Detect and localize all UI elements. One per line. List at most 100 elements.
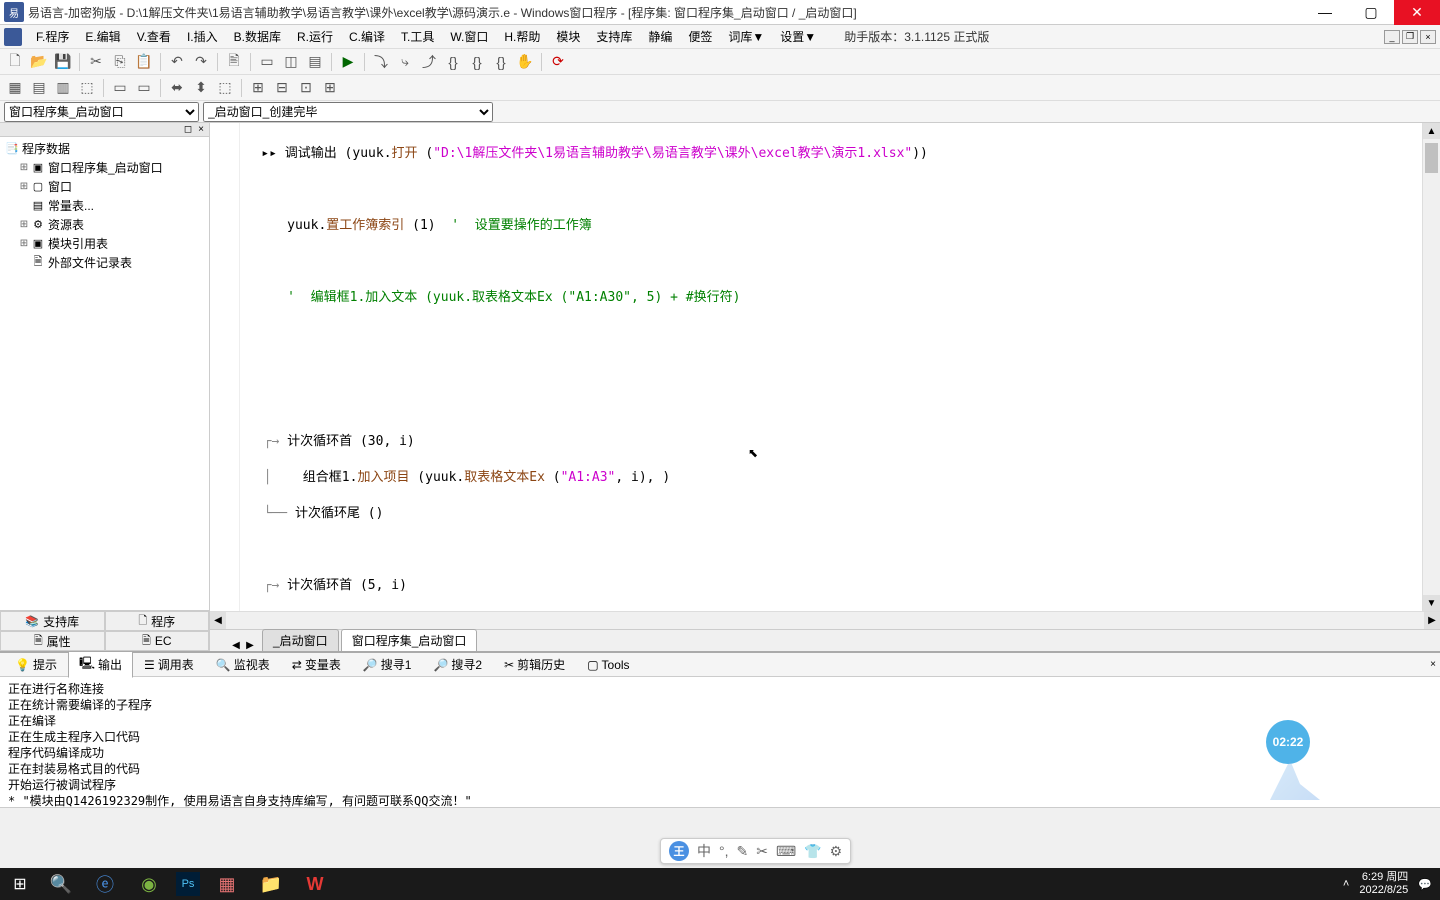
stepin-icon[interactable]: ⤷ (394, 51, 416, 73)
tree-item-const[interactable]: ▤ 常量表... (2, 196, 207, 215)
run-icon[interactable]: ▶ (337, 51, 359, 73)
tb2-9-icon[interactable]: ⬚ (214, 77, 236, 99)
code-content[interactable]: ▸▸ 调试输出 (yuuk.打开 ("D:\1解压文件夹\1易语言辅助教学\易语… (240, 123, 1422, 611)
btab-vars[interactable]: ⇄变量表 (281, 653, 352, 676)
sidebar-tab-support[interactable]: 📚支持库 (0, 611, 105, 631)
tb2-7-icon[interactable]: ⬌ (166, 77, 188, 99)
tree-root[interactable]: 📑 程序数据 (2, 139, 207, 158)
tb2-4-icon[interactable]: ⬚ (76, 77, 98, 99)
tree-item-external[interactable]: 🗎 外部文件记录表 (2, 253, 207, 272)
editor-tab-window[interactable]: _启动窗口 (262, 629, 339, 651)
menu-run[interactable]: R.运行 (289, 26, 341, 47)
ime-cut-icon[interactable]: ✂ (756, 843, 768, 860)
scroll-thumb[interactable] (1425, 143, 1438, 173)
clock-badge[interactable]: 02:22 (1266, 720, 1310, 764)
app1-icon[interactable]: ▦ (206, 868, 248, 900)
scroll-up-icon[interactable]: ▲ (1423, 123, 1440, 139)
browser-icon[interactable]: ◉ (128, 868, 170, 900)
tb2-1-icon[interactable]: ▦ (4, 77, 26, 99)
taskbar-clock[interactable]: 6:29 周四 2022/8/25 (1359, 871, 1408, 897)
ime-keyboard-icon[interactable]: ⌨ (776, 843, 796, 860)
ie-icon[interactable]: ⓔ (84, 868, 126, 900)
ime-skin-icon[interactable]: 👕 (804, 843, 821, 860)
bottom-close-icon[interactable]: × (1430, 659, 1436, 670)
start-button[interactable]: ⊞ (0, 868, 40, 900)
ime-punct-icon[interactable]: °, (719, 843, 729, 859)
tab-prev-icon[interactable]: ◀ (230, 640, 242, 651)
tb2-11-icon[interactable]: ⊟ (271, 77, 293, 99)
minimize-button[interactable]: — (1302, 0, 1348, 25)
menu-help[interactable]: H.帮助 (496, 26, 548, 47)
menu-view[interactable]: V.查看 (129, 26, 179, 47)
close-button[interactable]: ✕ (1394, 0, 1440, 25)
menu-dict[interactable]: 词库▼ (720, 26, 772, 47)
find-icon[interactable]: 🖹 (223, 51, 245, 73)
output-pane[interactable]: 正在进行名称连接 正在统计需要编译的子程序 正在编译 正在生成主程序入口代码 程… (0, 677, 1440, 807)
scroll-left-icon[interactable]: ◀ (210, 612, 226, 629)
ime-settings-icon[interactable]: ⚙ (830, 843, 843, 860)
explorer-icon[interactable]: 📁 (250, 868, 292, 900)
menu-insert[interactable]: I.插入 (179, 26, 226, 47)
scroll-down-icon[interactable]: ▼ (1423, 595, 1440, 611)
tb2-10-icon[interactable]: ⊞ (247, 77, 269, 99)
tree-item-moduleref[interactable]: ⊞ ▣ 模块引用表 (2, 234, 207, 253)
ime-toolbar[interactable]: 王 中 °, ✎ ✂ ⌨ 👕 ⚙ (660, 838, 851, 864)
layout1-icon[interactable]: ▭ (256, 51, 278, 73)
tb2-2-icon[interactable]: ▤ (28, 77, 50, 99)
btab-hint[interactable]: 💡提示 (4, 653, 68, 676)
mdi-restore[interactable]: ❐ (1402, 30, 1418, 44)
btab-calltable[interactable]: ☰调用表 (133, 653, 205, 676)
sidebar-tab-property[interactable]: 🗎属性 (0, 631, 105, 651)
ps-icon[interactable]: Ps (176, 872, 200, 896)
menu-module[interactable]: 模块 (548, 26, 588, 47)
scroll-right-icon[interactable]: ▶ (1424, 612, 1440, 629)
horizontal-scrollbar[interactable]: ◀ ▶ (210, 611, 1440, 629)
hand-icon[interactable]: ✋ (514, 51, 536, 73)
layout2-icon[interactable]: ◫ (280, 51, 302, 73)
btab-watch[interactable]: 🔍监视表 (205, 653, 281, 676)
stepout-icon[interactable]: ⤴ (418, 51, 440, 73)
tb2-13-icon[interactable]: ⊞ (319, 77, 341, 99)
ime-edit-icon[interactable]: ✎ (737, 843, 749, 860)
btab-output[interactable]: 🖳输出 (68, 651, 133, 678)
sidebar-tab-program[interactable]: 🗋程序 (105, 611, 210, 631)
ime-lang[interactable]: 中 (697, 841, 711, 861)
save-icon[interactable]: 💾 (52, 51, 74, 73)
menu-edit[interactable]: E.编辑 (77, 26, 128, 47)
tree-item-resource[interactable]: ⊞ ⚙ 资源表 (2, 215, 207, 234)
vertical-scrollbar[interactable]: ▲ ▼ (1422, 123, 1440, 611)
tb2-12-icon[interactable]: ⊡ (295, 77, 317, 99)
tb2-8-icon[interactable]: ⬍ (190, 77, 212, 99)
menu-tools[interactable]: T.工具 (393, 26, 442, 47)
mdi-close[interactable]: × (1420, 30, 1436, 44)
class-dropdown[interactable]: 窗口程序集_启动窗口 (4, 102, 199, 122)
maximize-button[interactable]: ▢ (1348, 0, 1394, 25)
sidebar-pin-icon[interactable]: ◻ (181, 124, 195, 135)
redo-icon[interactable]: ↷ (190, 51, 212, 73)
cut-icon[interactable]: ✂ (85, 51, 107, 73)
ime-logo-icon[interactable]: 王 (669, 841, 689, 861)
btab-clip[interactable]: ✂剪辑历史 (493, 653, 576, 676)
menu-static[interactable]: 静编 (640, 26, 680, 47)
search-icon[interactable]: 🔍 (40, 868, 82, 900)
brace1-icon[interactable]: {} (442, 51, 464, 73)
tab-next-icon[interactable]: ▶ (244, 640, 256, 651)
expand-icon[interactable]: ⊞ (18, 219, 30, 230)
menu-compile[interactable]: C.编译 (341, 26, 393, 47)
notification-icon[interactable]: 💬 (1418, 878, 1432, 891)
sidebar-tab-ec[interactable]: 🗎EC (105, 631, 210, 651)
tb2-3-icon[interactable]: ▥ (52, 77, 74, 99)
menu-support[interactable]: 支持库 (588, 26, 640, 47)
open-icon[interactable]: 📂 (28, 51, 50, 73)
tb2-5-icon[interactable]: ▭ (109, 77, 131, 99)
menu-window[interactable]: W.窗口 (442, 26, 496, 47)
menu-program[interactable]: F.程序 (28, 26, 77, 47)
tb2-6-icon[interactable]: ▭ (133, 77, 155, 99)
tree-item-window[interactable]: ⊞ ▢ 窗口 (2, 177, 207, 196)
expand-icon[interactable]: ⊞ (18, 181, 30, 192)
menu-note[interactable]: 便签 (680, 26, 720, 47)
menu-database[interactable]: B.数据库 (226, 26, 289, 47)
sidebar-close-icon[interactable]: × (195, 124, 207, 135)
menu-settings[interactable]: 设置▼ (772, 26, 824, 47)
refresh-icon[interactable]: ⟳ (547, 51, 569, 73)
